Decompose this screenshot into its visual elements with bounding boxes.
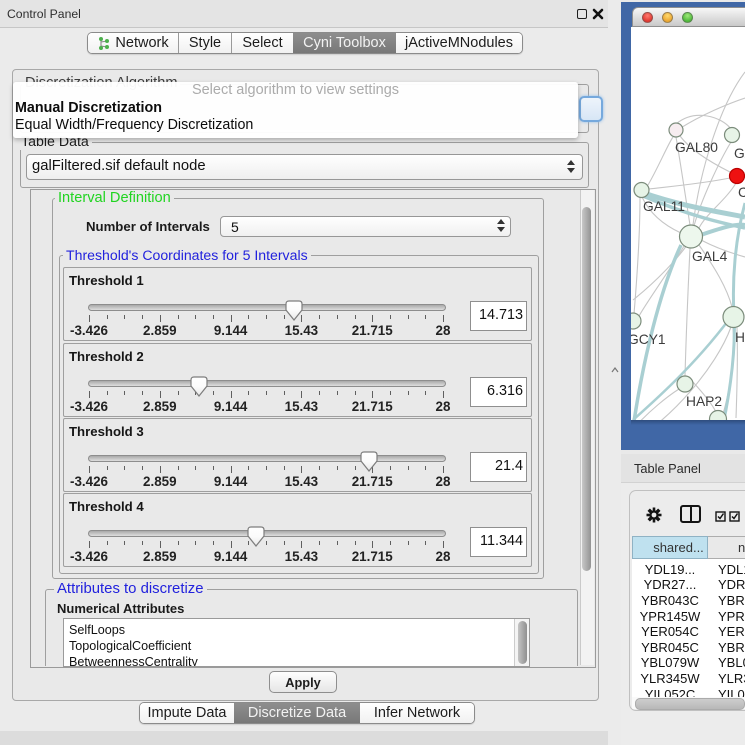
svg-text:H: H <box>735 330 745 345</box>
svg-text:GAL80: GAL80 <box>675 140 718 155</box>
svg-text:GAL4: GAL4 <box>692 249 728 264</box>
svg-text:HAP2: HAP2 <box>686 394 722 409</box>
svg-text:C: C <box>738 185 745 200</box>
svg-text:GA: GA <box>734 146 745 161</box>
svg-text:GAL11: GAL11 <box>643 199 685 214</box>
svg-text:GCY1: GCY1 <box>631 332 666 347</box>
